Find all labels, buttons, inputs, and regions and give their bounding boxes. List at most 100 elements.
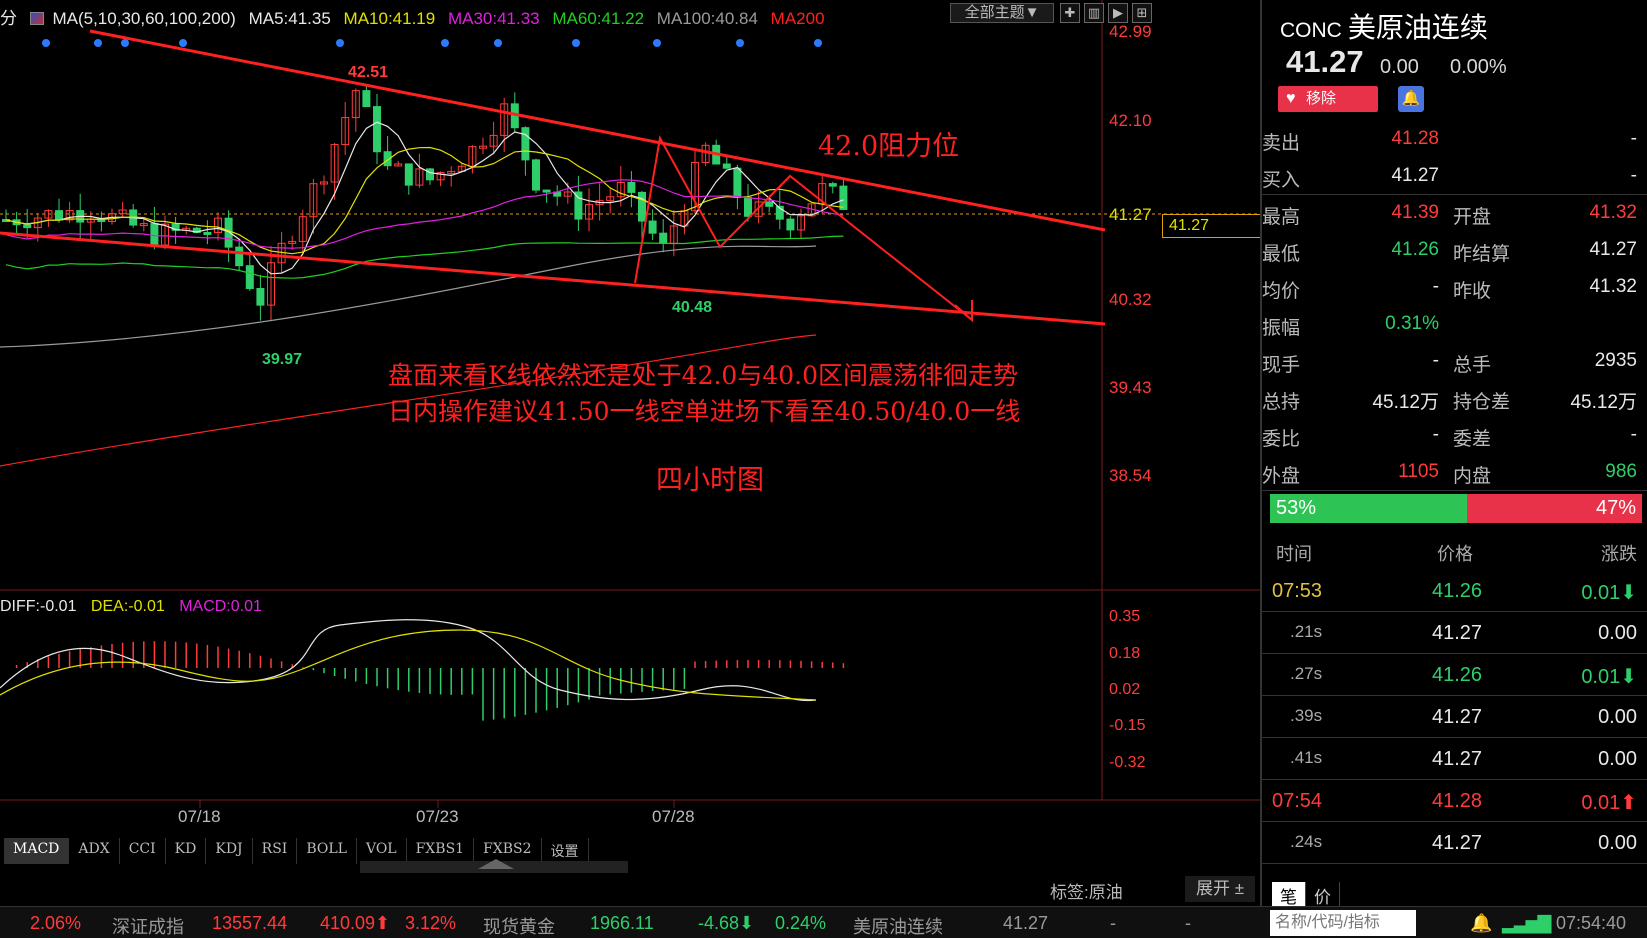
tab-price[interactable]: 价	[1306, 882, 1340, 909]
tick-row[interactable]: .39s 41.27 0.00	[1262, 696, 1647, 738]
oil-name[interactable]: 美原油连续	[853, 913, 943, 938]
tick-price: 41.27	[1432, 622, 1483, 644]
quote-value: -	[1432, 350, 1439, 371]
tick-row[interactable]: .21s 41.27 0.00	[1262, 612, 1647, 654]
macd-axis-label: 0.35	[1109, 608, 1140, 625]
period-label[interactable]: 分	[0, 9, 17, 28]
candle-body	[744, 196, 752, 217]
tab-indicator[interactable]: ADX	[69, 838, 120, 864]
quote-value: 41.32	[1589, 276, 1637, 297]
ma100-line	[0, 245, 817, 348]
inner-volume-pct: 47%	[1467, 494, 1642, 523]
layout-icon[interactable]: ▥	[1084, 3, 1104, 23]
price-axis-label: 40.32	[1109, 290, 1152, 309]
quote-label: 振幅	[1262, 318, 1301, 339]
theme-dropdown[interactable]: 全部主题▼	[950, 3, 1054, 23]
macd-axis-label: 0.18	[1109, 645, 1140, 662]
buy-sell-ratio-bar: 53% 47%	[1270, 494, 1642, 523]
tick-time: .24s	[1290, 832, 1323, 851]
extreme-price-label: 42.51	[348, 64, 388, 81]
candle-body	[235, 246, 244, 267]
tick-time: .39s	[1290, 706, 1323, 725]
grid-icon[interactable]: ⊞	[1132, 3, 1152, 23]
tick-change: 0.01⬇	[1581, 666, 1637, 688]
ma200-value: MA200	[770, 9, 825, 28]
remove-favorite-label: 移除	[1306, 90, 1337, 107]
quote-label: 最低	[1262, 244, 1301, 265]
current-price-tag: 41.27	[1162, 214, 1262, 238]
candle-body	[542, 189, 551, 193]
quote-row: 卖出 41.28 -	[1262, 120, 1647, 157]
signal-dot	[494, 39, 502, 47]
tab-indicator[interactable]: KD	[166, 838, 207, 864]
quote-value: 2935	[1594, 350, 1637, 371]
signal-dot	[94, 39, 102, 47]
signal-dot	[121, 39, 129, 47]
x-axis-label: 07/18	[178, 807, 221, 826]
notification-bell-icon[interactable]: 🔔	[1470, 913, 1492, 934]
quote-value: -	[1432, 276, 1439, 297]
quote-label: 总手	[1453, 355, 1492, 376]
signal-dot	[653, 39, 661, 47]
price-change-pct: 0.00%	[1450, 56, 1507, 78]
candle-body	[839, 185, 848, 211]
quote-row: 买入 41.27 -	[1262, 157, 1647, 194]
tick-change: 0.00	[1598, 622, 1637, 644]
quote-label: 委比	[1262, 429, 1301, 450]
tab-indicator[interactable]: KDJ	[206, 838, 253, 864]
alert-bell-icon[interactable]: 🔔	[1398, 86, 1424, 112]
clock: 07:54:40	[1556, 913, 1627, 933]
tab-indicator[interactable]: CCI	[120, 838, 166, 864]
tick-change: 0.00	[1598, 706, 1637, 728]
expand-button[interactable]: 展开 ±	[1185, 876, 1255, 902]
signal-strength-icon: ▂▃▅▇	[1502, 913, 1551, 933]
remove-favorite-button[interactable]: ♥ 移除	[1278, 86, 1378, 112]
quote-row: 均价 - 昨收 41.32	[1262, 268, 1647, 305]
tick-row[interactable]: .41s 41.27 0.00	[1262, 738, 1647, 780]
quote-value: 45.12万	[1570, 392, 1637, 413]
tab-ticks[interactable]: 笔	[1272, 882, 1306, 909]
price-change: 0.00	[1380, 56, 1419, 78]
tick-row[interactable]: 07:54 41.28 0.01⬆	[1262, 780, 1647, 822]
tick-header-change: 涨跌	[1601, 544, 1637, 564]
price-axis-label: 39.43	[1109, 378, 1152, 397]
candle-body	[828, 183, 837, 187]
gold-pct: 0.24%	[775, 913, 827, 933]
chart-type-icon[interactable]	[29, 12, 44, 25]
instrument-title: CONC 美原油连续	[1280, 6, 1488, 46]
macd-diff: DIFF:-0.01	[0, 598, 77, 615]
tick-time: .27s	[1290, 664, 1323, 683]
oil-value: 41.27	[1003, 913, 1049, 933]
gold-name[interactable]: 现货黄金	[483, 913, 555, 938]
candle-body	[373, 106, 381, 153]
candle-body	[256, 288, 265, 306]
analysis-line-2: 日内操作建议41.50一线空单进场下看至40.50/40.0一线	[388, 397, 1021, 426]
candle-body	[362, 90, 371, 108]
tick-row[interactable]: 07:53 41.26 0.01⬇	[1262, 570, 1647, 612]
index-value: 13557.44	[212, 913, 288, 933]
tab-indicator[interactable]: MACD	[4, 838, 70, 864]
quote-label: 开盘	[1453, 207, 1492, 228]
crosshair-icon[interactable]: ✚	[1060, 3, 1080, 23]
macd-axis-label: -0.32	[1109, 754, 1146, 771]
x-axis-label: 07/28	[652, 807, 695, 826]
play-icon[interactable]: ▶	[1108, 3, 1128, 23]
index-name[interactable]: 深证成指	[112, 913, 184, 938]
kline-chart-area[interactable]: 42.99 42.10 41.27 40.32 39.43 38.54 42.51 39.97…	[0, 0, 1265, 902]
ma30-value: MA30:41.33	[447, 9, 540, 28]
quote-label: 外盘	[1262, 466, 1301, 487]
search-input[interactable]: 名称/代码/指标	[1270, 910, 1416, 936]
tick-price: 41.27	[1432, 832, 1483, 854]
tick-row[interactable]: .24s 41.27 0.00	[1262, 822, 1647, 864]
tab-indicator[interactable]: RSI	[253, 838, 298, 864]
tab-indicator[interactable]: BOLL	[297, 838, 357, 864]
oil-dash-1: -	[1110, 913, 1116, 933]
scroll-up-icon[interactable]	[478, 859, 514, 869]
price-axis-label: 38.54	[1109, 466, 1152, 485]
tick-row[interactable]: .27s 41.26 0.01⬇	[1262, 654, 1647, 696]
tick-change: 0.00	[1598, 832, 1637, 854]
signal-dot	[179, 39, 187, 47]
ma60-value: MA60:41.22	[552, 9, 645, 28]
quote-row: 委比 - 委差 -	[1262, 416, 1647, 453]
quote-label: 持仓差	[1453, 392, 1511, 413]
